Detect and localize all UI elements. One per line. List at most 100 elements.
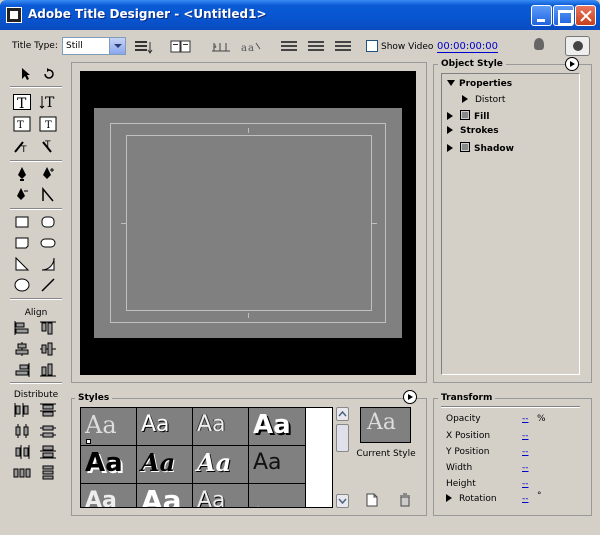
triangle-right-icon[interactable] xyxy=(447,112,457,120)
clipped-corner-rectangle-tool-icon[interactable] xyxy=(13,235,31,251)
x-position-label: X Position xyxy=(446,431,491,441)
rounded-corner-rectangle-tool-icon[interactable] xyxy=(39,214,57,230)
fill-item[interactable]: Fill xyxy=(447,110,489,122)
svg-text:a: a xyxy=(241,43,247,54)
distribute-horizontal-even-spacing-icon[interactable] xyxy=(13,465,31,481)
timecode-field[interactable]: 00:00:00:00 xyxy=(437,41,499,53)
y-position-value[interactable]: -- xyxy=(522,447,529,457)
height-label: Height xyxy=(446,479,476,489)
style-swatch[interactable]: Aa xyxy=(249,484,306,507)
opacity-value[interactable]: -- xyxy=(522,414,529,424)
trash-icon[interactable] xyxy=(399,493,411,507)
new-style-icon[interactable] xyxy=(366,493,378,507)
style-swatch[interactable]: Aa xyxy=(81,446,137,484)
style-swatch[interactable]: Aa xyxy=(81,484,137,507)
tab-stops-icon[interactable] xyxy=(134,39,154,54)
object-style-menu-button[interactable] xyxy=(565,57,579,71)
rotation-value[interactable]: -- xyxy=(522,494,529,504)
style-swatch[interactable]: Aa xyxy=(137,446,193,484)
align-left-icon[interactable] xyxy=(279,39,299,53)
vertical-area-type-tool-icon[interactable]: T xyxy=(39,116,57,132)
triangle-right-icon[interactable] xyxy=(446,494,456,502)
style-swatch[interactable]: Aa xyxy=(249,446,306,484)
align-left-edges-icon[interactable] xyxy=(13,320,31,336)
rotation-tool-icon[interactable] xyxy=(40,66,58,82)
distribute-label: Distribute xyxy=(13,390,59,400)
distribute-bottom-icon[interactable] xyxy=(39,444,57,460)
convert-anchor-point-tool-icon[interactable] xyxy=(39,187,57,203)
triangle-right-icon[interactable] xyxy=(462,95,472,103)
scroll-down-arrow-icon[interactable] xyxy=(336,494,349,508)
area-type-tool-icon[interactable]: T xyxy=(13,116,31,132)
font-browser-icon[interactable]: aa xyxy=(240,39,261,54)
align-center-icon[interactable] xyxy=(306,39,326,53)
chevron-down-icon[interactable] xyxy=(109,38,125,54)
rotation-row[interactable]: Rotation xyxy=(446,494,497,504)
scroll-thumb[interactable] xyxy=(336,424,349,452)
triangle-right-icon[interactable] xyxy=(447,144,457,152)
scroll-up-arrow-icon[interactable] xyxy=(336,407,349,421)
add-anchor-point-tool-icon[interactable] xyxy=(39,166,57,182)
title-canvas[interactable] xyxy=(80,71,416,375)
shadow-checkbox[interactable] xyxy=(460,142,470,152)
distribute-top-icon[interactable] xyxy=(39,402,57,418)
align-horizontal-center-icon[interactable] xyxy=(13,341,31,357)
maximize-button[interactable] xyxy=(553,5,574,26)
strokes-item[interactable]: Strokes xyxy=(447,126,499,136)
wedge-tool-icon[interactable] xyxy=(13,256,31,272)
type-tool-icon[interactable]: T xyxy=(13,94,31,111)
style-swatch[interactable]: Aa xyxy=(137,484,193,507)
x-position-value[interactable]: -- xyxy=(522,431,529,441)
roll-crawl-icon[interactable]: a xyxy=(210,39,230,53)
window-title-bar[interactable]: Adobe Title Designer - <Untitled1> xyxy=(0,0,600,30)
panel-menu-button[interactable] xyxy=(565,36,590,56)
svg-text:T: T xyxy=(44,140,51,150)
templates-icon[interactable] xyxy=(170,39,191,53)
title-type-select[interactable]: Still xyxy=(62,37,126,55)
distribute-vertical-center-icon[interactable] xyxy=(39,423,57,439)
vertical-path-type-tool-icon[interactable]: T xyxy=(39,138,57,154)
align-top-edges-icon[interactable] xyxy=(39,320,57,336)
selection-tool-icon[interactable] xyxy=(16,66,34,82)
style-swatch[interactable]: Aa xyxy=(193,446,249,484)
styles-title: Styles xyxy=(75,393,113,403)
close-button[interactable] xyxy=(575,5,596,26)
ellipse-tool-icon[interactable] xyxy=(13,277,31,293)
width-value[interactable]: -- xyxy=(522,463,529,473)
distribute-left-icon[interactable] xyxy=(13,402,31,418)
svg-text:T: T xyxy=(45,95,55,110)
vertical-type-tool-icon[interactable]: T xyxy=(39,94,57,110)
minimize-button[interactable] xyxy=(531,5,552,26)
fill-checkbox[interactable] xyxy=(460,110,470,120)
triangle-right-icon[interactable] xyxy=(447,126,457,134)
align-right-edges-icon[interactable] xyxy=(13,362,31,378)
lightbulb-icon[interactable] xyxy=(534,38,544,50)
pen-tool-icon[interactable] xyxy=(13,166,31,182)
delete-anchor-point-tool-icon[interactable] xyxy=(13,187,31,203)
object-style-title: Object Style xyxy=(438,59,506,69)
line-tool-icon[interactable] xyxy=(39,277,57,293)
arc-tool-icon[interactable] xyxy=(39,256,57,272)
properties-item[interactable]: Properties xyxy=(447,79,512,90)
rectangle-tool-icon[interactable] xyxy=(13,214,31,230)
styles-scrollbar[interactable] xyxy=(336,407,349,508)
style-swatch[interactable]: Aa xyxy=(137,408,193,446)
align-right-icon[interactable] xyxy=(333,39,353,53)
distribute-vertical-even-spacing-icon[interactable] xyxy=(39,465,57,481)
style-swatch[interactable]: Aa xyxy=(193,484,249,507)
align-bottom-edges-icon[interactable] xyxy=(39,362,57,378)
path-type-tool-icon[interactable]: T xyxy=(13,138,31,154)
shadow-item[interactable]: Shadow xyxy=(447,142,514,154)
distribute-right-icon[interactable] xyxy=(13,444,31,460)
rounded-rectangle-tool-icon[interactable] xyxy=(39,235,57,251)
align-vertical-center-icon[interactable] xyxy=(39,341,57,357)
triangle-down-icon[interactable] xyxy=(447,80,455,90)
style-swatch[interactable]: Aa xyxy=(249,408,306,446)
distribute-horizontal-center-icon[interactable] xyxy=(13,423,31,439)
distort-item[interactable]: Distort xyxy=(462,95,505,105)
center-mark-bottom xyxy=(248,313,249,318)
styles-menu-button[interactable] xyxy=(403,390,417,404)
show-video-checkbox[interactable] xyxy=(366,40,378,52)
height-value[interactable]: -- xyxy=(522,479,529,489)
style-swatch[interactable]: Aa xyxy=(193,408,249,446)
